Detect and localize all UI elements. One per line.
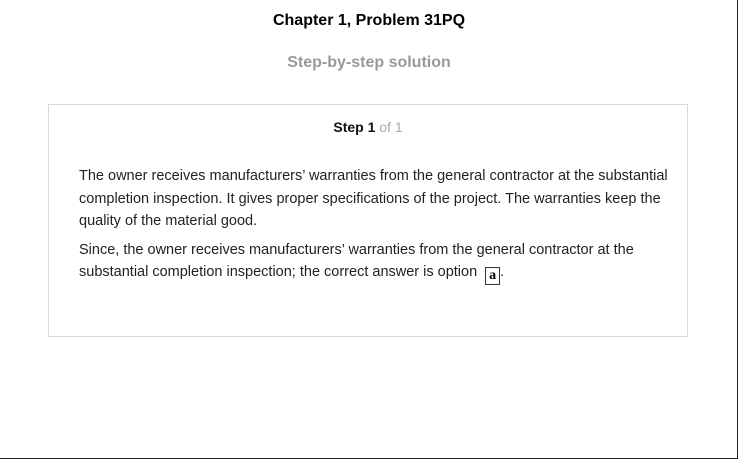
answer-trailing-period: . <box>500 264 505 280</box>
step-paragraph-1: The owner receives manufacturers’ warran… <box>79 168 668 229</box>
step-paragraph-2-text: Since, the owner receives manufacturers’… <box>79 241 634 281</box>
step-count: of 1 <box>379 119 403 135</box>
step-label: Step 1 <box>333 119 376 135</box>
step-header: Step 1 of 1 <box>49 119 687 135</box>
step-card: Step 1 of 1 The owner receives manufactu… <box>48 104 688 337</box>
answer-option-box: a <box>485 267 501 285</box>
step-body: The owner receives manufacturers’ warran… <box>79 165 669 291</box>
solution-subtitle: Step-by-step solution <box>287 54 451 71</box>
step-paragraph-2: Since, the owner receives manufacturers’… <box>79 239 669 285</box>
page-title: Chapter 1, Problem 31PQ <box>272 12 466 29</box>
